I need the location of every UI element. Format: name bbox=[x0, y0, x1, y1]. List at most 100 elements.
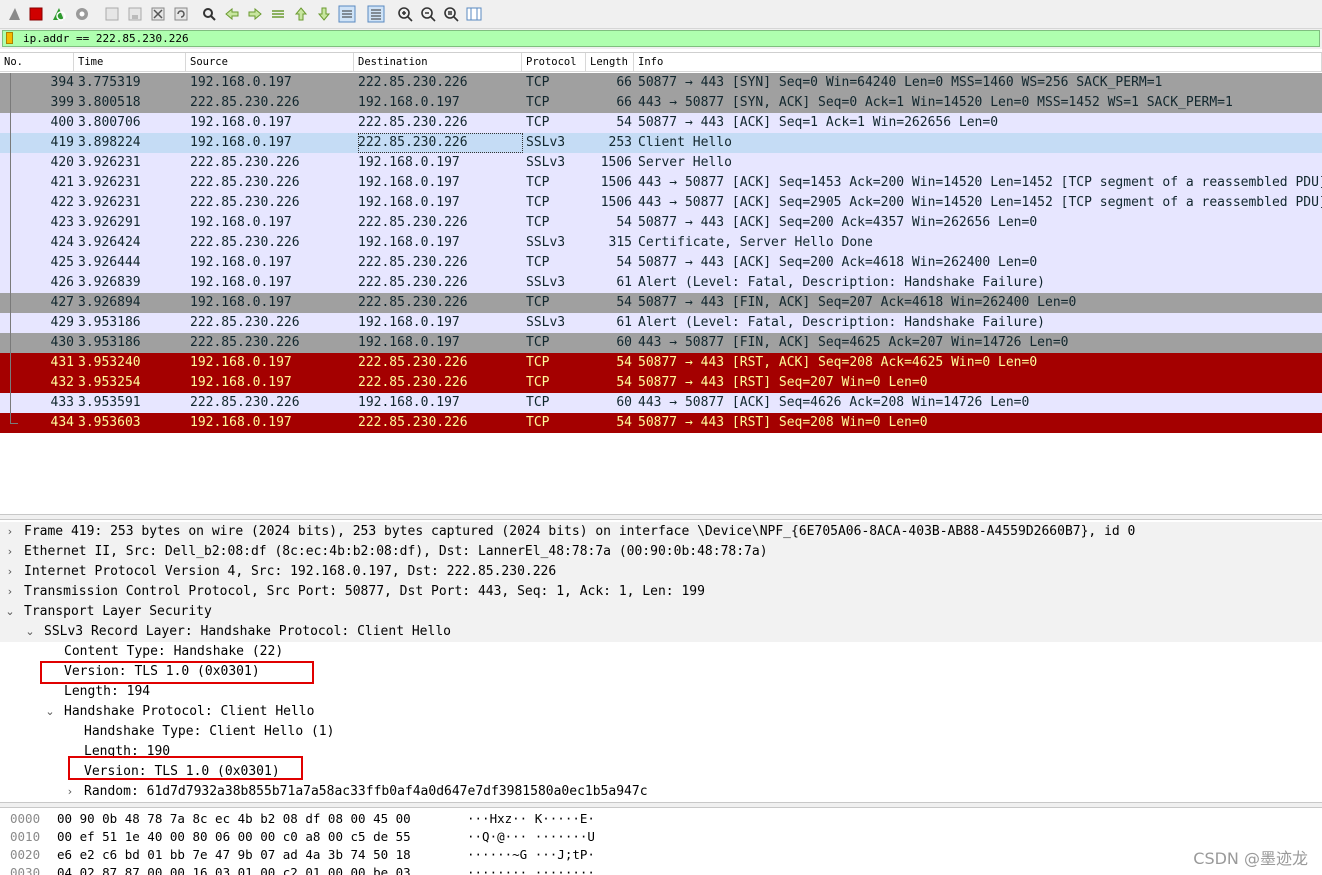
zoom-out-icon[interactable] bbox=[419, 5, 437, 23]
packet-destination: 222.85.230.226 bbox=[358, 75, 468, 90]
expand-arrow-icon[interactable]: › bbox=[4, 582, 16, 602]
expand-arrow-icon[interactable]: › bbox=[4, 542, 16, 562]
detail-tree-item[interactable]: › Transmission Control Protocol, Src Port… bbox=[0, 582, 1322, 602]
go-last-packet-icon[interactable] bbox=[315, 5, 333, 23]
packet-time: 3.953591 bbox=[78, 395, 141, 410]
packet-source: 192.168.0.197 bbox=[190, 275, 292, 290]
packet-time: 3.800518 bbox=[78, 95, 141, 110]
collapse-arrow-icon[interactable]: ⌄ bbox=[4, 602, 16, 622]
packet-length: 54 bbox=[616, 215, 632, 230]
packet-destination: 192.168.0.197 bbox=[358, 155, 460, 170]
hex-dump-row[interactable]: 0010 00 ef 51 1e 40 00 80 06 00 00 c0 a8 … bbox=[0, 828, 1322, 846]
go-first-packet-icon[interactable] bbox=[292, 5, 310, 23]
packet-protocol: TCP bbox=[526, 175, 550, 190]
packet-number: 429 bbox=[50, 315, 74, 330]
packet-info: 443 → 50877 [ACK] Seq=4626 Ack=208 Win=1… bbox=[638, 395, 1030, 410]
packet-row[interactable]: 420 3.926231 222.85.230.226 192.168.0.197 SS… bbox=[0, 153, 1322, 173]
colorize-icon[interactable] bbox=[367, 5, 385, 23]
packet-time: 3.926894 bbox=[78, 295, 141, 310]
go-to-packet-icon[interactable] bbox=[269, 5, 287, 23]
col-header-no[interactable]: No. bbox=[0, 53, 74, 71]
packet-time: 3.953254 bbox=[78, 375, 141, 390]
pane-splitter[interactable] bbox=[0, 802, 1322, 808]
col-header-protocol[interactable]: Protocol bbox=[522, 53, 586, 71]
detail-tree-label: Content Type: Handshake (22) bbox=[64, 644, 284, 659]
packet-row[interactable]: 427 3.926894 192.168.0.197 222.85.230.226 TC… bbox=[0, 293, 1322, 313]
display-filter-input[interactable]: ip.addr == 222.85.230.226 bbox=[2, 30, 1320, 47]
hex-bytes: e6 e2 c6 bd 01 bb 7e 47 9b 07 ad 4a 3b 7… bbox=[57, 847, 411, 862]
packet-protocol: SSLv3 bbox=[526, 235, 566, 250]
expand-arrow-icon[interactable]: › bbox=[4, 522, 16, 542]
detail-tree-item[interactable]: ⌄ Transport Layer Security bbox=[0, 602, 1322, 622]
go-forward-icon[interactable] bbox=[246, 5, 264, 23]
packet-row[interactable]: 394 3.775319 192.168.0.197 222.85.230.226 TC… bbox=[0, 73, 1322, 93]
hex-dump-row[interactable]: 0030 04 02 87 87 00 00 16 03 01 00 c2 01 … bbox=[0, 864, 1322, 875]
packet-info: 443 → 50877 [FIN, ACK] Seq=4625 Ack=207 … bbox=[638, 335, 1069, 350]
go-back-icon[interactable] bbox=[223, 5, 241, 23]
detail-tree-item[interactable]: Content Type: Handshake (22) bbox=[0, 642, 1322, 662]
col-header-time[interactable]: Time bbox=[74, 53, 186, 71]
packet-number: 423 bbox=[50, 215, 74, 230]
shark-fin-start-icon[interactable] bbox=[6, 5, 24, 23]
packet-row[interactable]: 431 3.953240 192.168.0.197 222.85.230.226 TC… bbox=[0, 353, 1322, 373]
packet-row[interactable]: 434 3.953603 192.168.0.197 222.85.230.226 TC… bbox=[0, 413, 1322, 433]
reload-file-icon[interactable] bbox=[172, 5, 190, 23]
packet-info: 50877 → 443 [RST, ACK] Seq=208 Ack=4625 … bbox=[638, 355, 1038, 370]
col-header-info[interactable]: Info bbox=[634, 53, 1322, 71]
filter-bookmark-icon[interactable] bbox=[6, 32, 13, 44]
capture-options-icon[interactable] bbox=[73, 5, 91, 23]
zoom-in-icon[interactable] bbox=[396, 5, 414, 23]
save-file-icon[interactable] bbox=[126, 5, 144, 23]
expand-arrow-icon[interactable]: › bbox=[4, 562, 16, 582]
col-header-length[interactable]: Length bbox=[586, 53, 634, 71]
detail-tree-item[interactable]: Handshake Type: Client Hello (1) bbox=[0, 722, 1322, 742]
packet-length: 54 bbox=[616, 415, 632, 430]
detail-tree-item[interactable]: ⌄ Handshake Protocol: Client Hello bbox=[0, 702, 1322, 722]
packet-row[interactable]: 424 3.926424 222.85.230.226 192.168.0.197 SS… bbox=[0, 233, 1322, 253]
packet-row[interactable]: 425 3.926444 192.168.0.197 222.85.230.226 TC… bbox=[0, 253, 1322, 273]
collapse-arrow-icon[interactable]: ⌄ bbox=[44, 702, 56, 722]
packet-row[interactable]: 421 3.926231 222.85.230.226 192.168.0.197 TC… bbox=[0, 173, 1322, 193]
restart-capture-icon[interactable] bbox=[50, 5, 68, 23]
packet-row[interactable]: 422 3.926231 222.85.230.226 192.168.0.197 TC… bbox=[0, 193, 1322, 213]
stop-capture-icon[interactable] bbox=[27, 5, 45, 23]
version-highlight-box bbox=[68, 756, 303, 780]
packet-row[interactable]: 423 3.926291 192.168.0.197 222.85.230.226 TC… bbox=[0, 213, 1322, 233]
packet-row[interactable]: 429 3.953186 222.85.230.226 192.168.0.197 SS… bbox=[0, 313, 1322, 333]
detail-tree-item[interactable]: ⌄ SSLv3 Record Layer: Handshake Protocol:… bbox=[0, 622, 1322, 642]
packet-row[interactable]: 400 3.800706 192.168.0.197 222.85.230.226 TC… bbox=[0, 113, 1322, 133]
packet-row-selected[interactable]: 419 3.898224 192.168.0.197 222.85.230.226 SS… bbox=[0, 133, 1322, 153]
hex-dump-row[interactable]: 0020 e6 e2 c6 bd 01 bb 7e 47 9b 07 ad 4a … bbox=[0, 846, 1322, 864]
packet-row[interactable]: 430 3.953186 222.85.230.226 192.168.0.197 TC… bbox=[0, 333, 1322, 353]
detail-tree-item[interactable]: Length: 194 bbox=[0, 682, 1322, 702]
packet-destination: 192.168.0.197 bbox=[358, 95, 460, 110]
close-file-icon[interactable] bbox=[149, 5, 167, 23]
packet-row[interactable]: 399 3.800518 222.85.230.226 192.168.0.197 TC… bbox=[0, 93, 1322, 113]
display-filter-bar: ip.addr == 222.85.230.226 bbox=[0, 29, 1322, 49]
pane-splitter[interactable] bbox=[0, 514, 1322, 520]
normal-size-icon[interactable] bbox=[442, 5, 460, 23]
version-highlight-box bbox=[40, 661, 314, 684]
collapse-arrow-icon[interactable]: ⌄ bbox=[24, 622, 36, 642]
detail-tree-label: Internet Protocol Version 4, Src: 192.16… bbox=[24, 564, 557, 579]
packet-row[interactable]: 432 3.953254 192.168.0.197 222.85.230.226 TC… bbox=[0, 373, 1322, 393]
autoscroll-icon[interactable] bbox=[338, 5, 356, 23]
packet-info: 50877 → 443 [RST] Seq=208 Win=0 Len=0 bbox=[638, 415, 928, 430]
detail-tree-item[interactable]: › Internet Protocol Version 4, Src: 192.1… bbox=[0, 562, 1322, 582]
open-file-icon[interactable] bbox=[103, 5, 121, 23]
hex-dump-row[interactable]: 0000 00 90 0b 48 78 7a 8c ec 4b b2 08 df … bbox=[0, 810, 1322, 828]
detail-tree-item[interactable]: › Frame 419: 253 bytes on wire (2024 bits… bbox=[0, 522, 1322, 542]
detail-tree-item[interactable]: › Ethernet II, Src: Dell_b2:08:df (8c:ec:… bbox=[0, 542, 1322, 562]
find-packet-icon[interactable] bbox=[200, 5, 218, 23]
packet-row[interactable]: 433 3.953591 222.85.230.226 192.168.0.197 TC… bbox=[0, 393, 1322, 413]
packet-row[interactable]: 426 3.926839 192.168.0.197 222.85.230.226 SS… bbox=[0, 273, 1322, 293]
packet-info: 50877 → 443 [ACK] Seq=200 Ack=4618 Win=2… bbox=[638, 255, 1038, 270]
detail-tree-label: Length: 194 bbox=[64, 684, 151, 699]
expand-arrow-icon[interactable]: › bbox=[64, 782, 76, 802]
col-header-destination[interactable]: Destination bbox=[354, 53, 522, 71]
resize-columns-icon[interactable] bbox=[465, 5, 483, 23]
packet-list-pane: No. Time Source Destination Protocol Length In… bbox=[0, 52, 1322, 515]
detail-tree-item[interactable]: › Random: 61d7d7932a38b855b71a7a58ac33ffb… bbox=[0, 782, 1322, 802]
packet-protocol: TCP bbox=[526, 415, 550, 430]
col-header-source[interactable]: Source bbox=[186, 53, 354, 71]
